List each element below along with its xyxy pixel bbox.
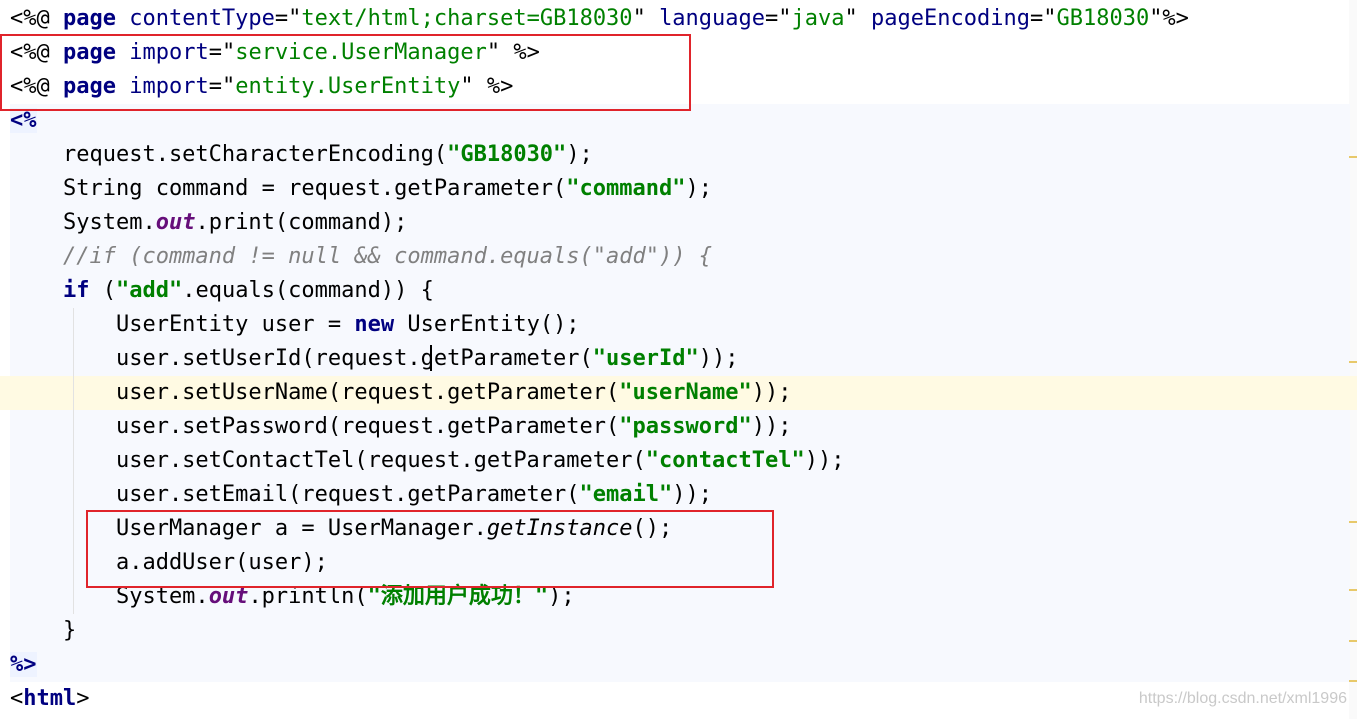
code-token: contentType: [129, 6, 275, 31]
code-line[interactable]: System.out.print(command);: [10, 206, 407, 240]
highlight-box-imports: [0, 34, 691, 111]
code-token: user.setUserId(request.getParameter(: [10, 346, 593, 371]
stripe-marker[interactable]: [1349, 640, 1357, 642]
code-line[interactable]: String command = request.getParameter("c…: [10, 172, 712, 206]
stripe-marker[interactable]: [1349, 156, 1357, 158]
code-token: ));: [698, 346, 739, 371]
code-token: java: [791, 6, 845, 31]
code-token: System.: [10, 210, 156, 235]
code-token: .print(command);: [195, 210, 408, 235]
code-token: pageEncoding: [871, 6, 1030, 31]
code-line[interactable]: %>: [10, 648, 37, 682]
code-token: "userName": [619, 380, 752, 405]
code-token: ));: [804, 448, 845, 473]
stripe-marker[interactable]: [1349, 521, 1357, 523]
code-token: "%>: [1149, 6, 1189, 31]
code-token: //if (command != null && command.equals(…: [10, 244, 712, 269]
code-token: <: [10, 686, 24, 711]
code-token: "GB18030": [447, 142, 567, 167]
code-line[interactable]: user.setContactTel(request.getParameter(…: [10, 444, 845, 478]
code-line[interactable]: user.setUserName(request.getParameter("u…: [10, 376, 792, 410]
code-token: page: [62, 6, 116, 31]
code-token: <%@: [10, 6, 63, 31]
code-line[interactable]: request.setCharacterEncoding("GB18030");: [10, 138, 593, 172]
highlight-box-user-manager: [86, 510, 774, 588]
code-line[interactable]: }: [10, 614, 76, 648]
code-token: UserEntity user =: [10, 312, 355, 337]
code-token: ": [844, 6, 872, 31]
code-token: user.setUserName(request.getParameter(: [10, 380, 620, 405]
code-line[interactable]: user.setPassword(request.getParameter("p…: [10, 410, 792, 444]
code-token: language: [659, 6, 766, 31]
text-caret: [430, 345, 432, 371]
code-token: UserEntity();: [394, 312, 580, 337]
code-token: "command": [566, 176, 686, 201]
code-token: user.setContactTel(request.getParameter(: [10, 448, 646, 473]
code-token: );: [566, 142, 593, 167]
code-token: >: [76, 686, 90, 711]
code-line[interactable]: //if (command != null && command.equals(…: [10, 240, 712, 274]
code-token: );: [685, 176, 713, 201]
stripe-marker[interactable]: [1349, 361, 1357, 363]
code-token: request.setCharacterEncoding(: [10, 142, 448, 167]
code-token: text/html;charset=GB18030: [301, 6, 633, 31]
code-token: "userId": [592, 346, 699, 371]
code-token: =": [1029, 6, 1057, 31]
code-token: ": [632, 6, 660, 31]
code-token: "add": [115, 278, 183, 303]
code-token: .equals(command)) {: [182, 278, 434, 303]
code-token: =": [765, 6, 792, 31]
code-token: out: [155, 210, 196, 235]
code-token: String command = request.getParameter(: [10, 176, 567, 201]
code-line[interactable]: UserEntity user = new UserEntity();: [10, 308, 580, 342]
code-token: =": [274, 6, 302, 31]
stripe-marker[interactable]: [1349, 680, 1357, 682]
code-token: "contactTel": [645, 448, 805, 473]
code-token: if: [62, 278, 90, 303]
stripe-marker[interactable]: [1349, 589, 1357, 591]
code-token: new: [354, 312, 395, 337]
code-token: "email": [579, 482, 673, 507]
code-token: ));: [751, 380, 792, 405]
code-token: (: [89, 278, 116, 303]
code-token: user.setEmail(request.getParameter(: [10, 482, 580, 507]
code-editor[interactable]: <%@ page contentType="text/html;charset=…: [0, 0, 1357, 719]
code-token: %>: [10, 652, 37, 677]
code-token: user.setPassword(request.getParameter(: [10, 414, 620, 439]
code-token: GB18030: [1056, 6, 1150, 31]
code-token: "password": [619, 414, 752, 439]
watermark: https://blog.csdn.net/xml1996: [1138, 690, 1347, 707]
code-line[interactable]: user.setUserId(request.getParameter("use…: [10, 342, 739, 376]
code-token: ));: [751, 414, 792, 439]
code-line[interactable]: <%@ page contentType="text/html;charset=…: [10, 2, 1189, 36]
code-token: ));: [672, 482, 713, 507]
code-line[interactable]: if ("add".equals(command)) {: [10, 274, 434, 308]
code-token: html: [23, 686, 77, 711]
code-line[interactable]: user.setEmail(request.getParameter("emai…: [10, 478, 712, 512]
error-stripe[interactable]: [1349, 0, 1357, 719]
code-token: <%: [10, 108, 37, 133]
code-line[interactable]: <html>: [10, 682, 89, 716]
code-token: }: [10, 618, 77, 643]
